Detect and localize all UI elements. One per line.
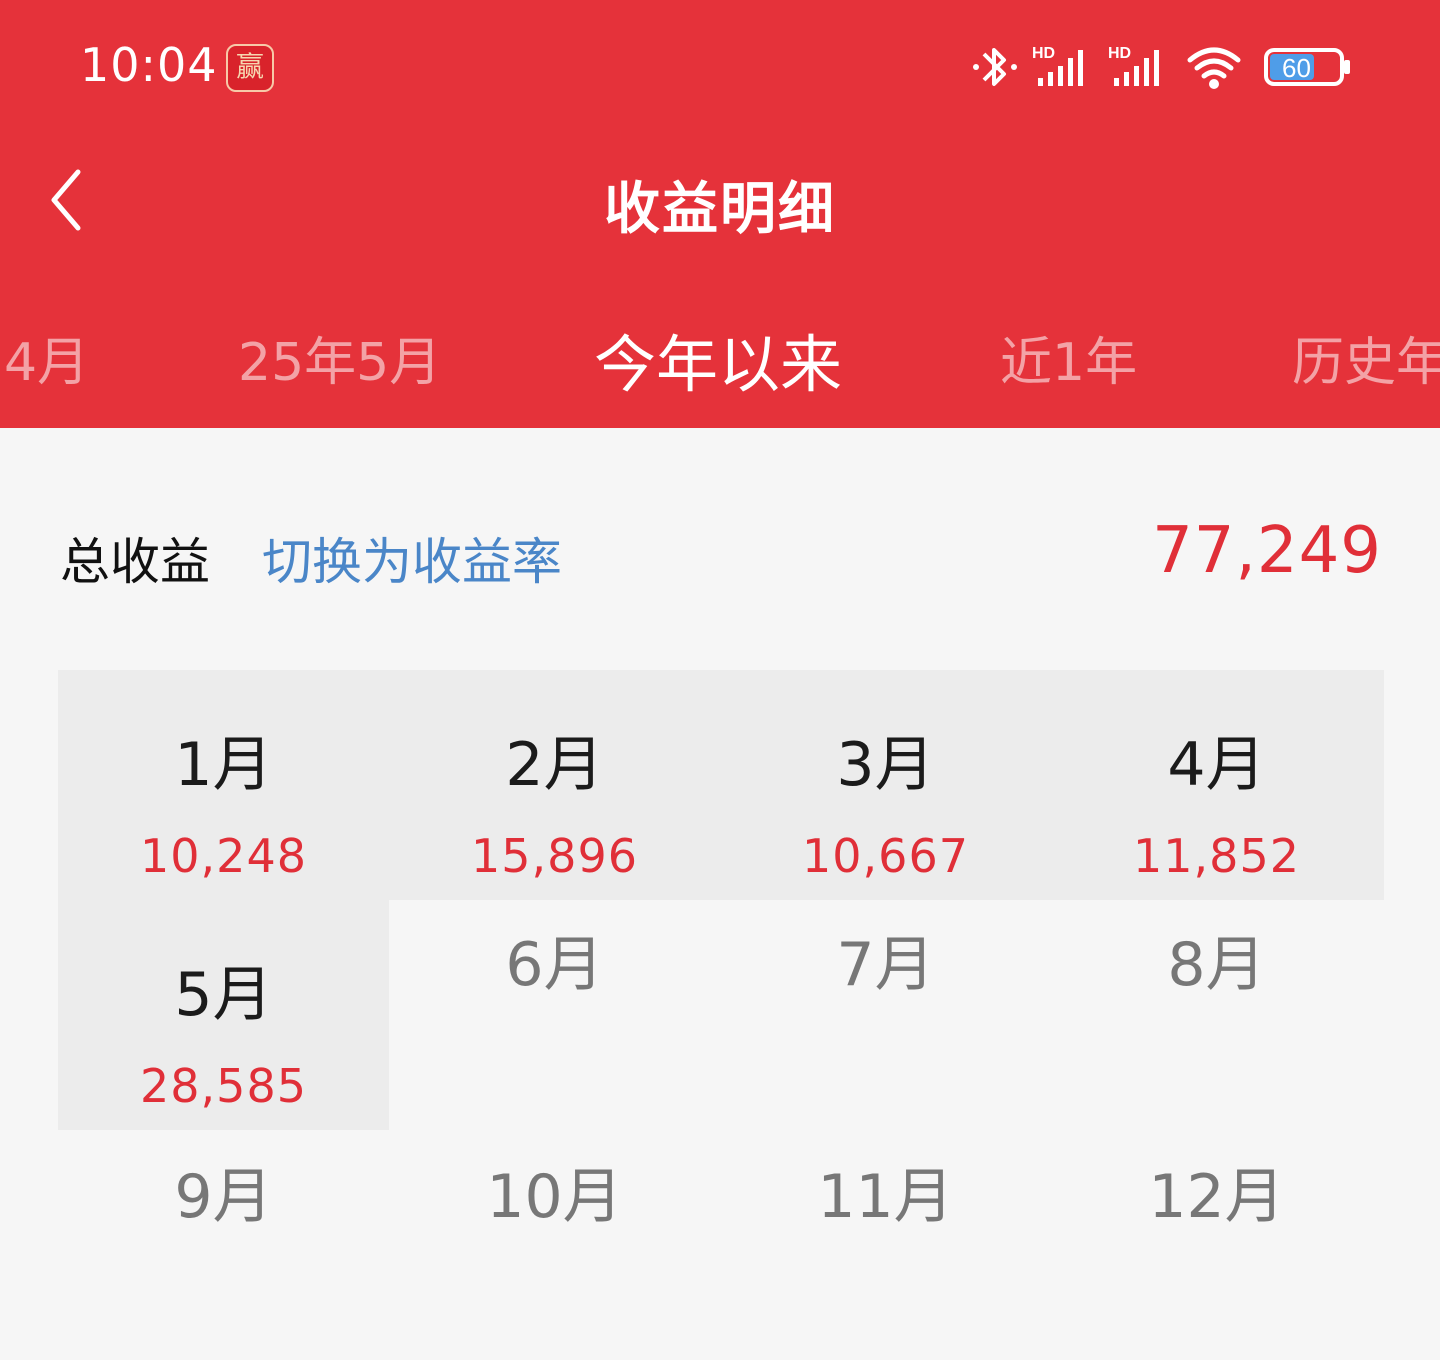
app-badge-icon: 赢: [226, 44, 274, 92]
signal-hd-1-icon: HD: [1032, 45, 1083, 86]
battery-level: 60: [1282, 53, 1311, 83]
month-value: 10,248: [140, 829, 307, 883]
month-cell-may[interactable]: 5月 28,585: [58, 946, 389, 1113]
month-cell-feb[interactable]: 2月 15,896: [389, 716, 720, 883]
signal-hd-2-icon: HD: [1108, 45, 1159, 86]
header: 10:04 赢 HD HD 60 收益明细 4月 25年5月 今年以来 近1年 …: [0, 0, 1440, 428]
month-name: 12月: [1148, 1162, 1285, 1232]
total-earnings-value: 77,249: [1152, 514, 1382, 588]
month-value: 10,667: [802, 829, 969, 883]
month-cell-nov[interactable]: 11月: [720, 1148, 1051, 1235]
tab-history[interactable]: 历史年: [1292, 320, 1440, 395]
month-cell-oct[interactable]: 10月: [389, 1148, 720, 1235]
month-cell-sep[interactable]: 9月: [58, 1148, 389, 1235]
month-cell-jan[interactable]: 1月 10,248: [58, 716, 389, 883]
month-cell-jun[interactable]: 6月: [389, 916, 720, 1003]
page-title: 收益明细: [604, 177, 836, 242]
status-icons: HD HD 60: [970, 40, 1360, 94]
tab-year-to-date[interactable]: 今年以来: [594, 320, 842, 404]
month-name: 9月: [174, 1162, 273, 1232]
month-name: 10月: [486, 1162, 623, 1232]
month-name: 8月: [1167, 930, 1266, 1000]
tab-last-year[interactable]: 近1年: [1000, 320, 1137, 395]
bluetooth-icon: [973, 48, 1017, 86]
switch-to-rate-link[interactable]: 切换为收益率: [262, 522, 562, 594]
month-name: 3月: [836, 730, 935, 800]
battery-icon: 60: [1264, 48, 1350, 86]
month-name: 1月: [174, 730, 273, 800]
month-cell-aug[interactable]: 8月: [1051, 916, 1382, 1003]
month-name: 11月: [817, 1162, 954, 1232]
tab-prev-month[interactable]: 4月: [4, 320, 89, 395]
month-value: 11,852: [1133, 829, 1300, 883]
month-cell-jul[interactable]: 7月: [720, 916, 1051, 1003]
summary-row: 总收益 切换为收益率 77,249: [0, 500, 1440, 610]
month-name: 4月: [1167, 730, 1266, 800]
status-time: 10:04: [80, 38, 218, 92]
month-value: 28,585: [140, 1059, 307, 1113]
total-earnings-label: 总收益: [60, 533, 210, 591]
network-label-2: HD: [1108, 45, 1131, 62]
month-name: 2月: [505, 730, 604, 800]
month-grid: 1月 10,248 2月 15,896 3月 10,667 4月 11,852 …: [58, 670, 1384, 1360]
month-value: 15,896: [471, 829, 638, 883]
network-label-1: HD: [1032, 45, 1055, 62]
month-name: 7月: [836, 930, 935, 1000]
wifi-icon: [1187, 47, 1241, 89]
nav-bar: 收益明细: [0, 130, 1440, 280]
month-name: 6月: [505, 930, 604, 1000]
month-cell-apr[interactable]: 4月 11,852: [1051, 716, 1382, 883]
month-cell-dec[interactable]: 12月: [1051, 1148, 1382, 1235]
month-cell-mar[interactable]: 3月 10,667: [720, 716, 1051, 883]
month-name: 5月: [174, 960, 273, 1030]
period-tabs: 4月 25年5月 今年以来 近1年 历史年: [0, 320, 1440, 428]
status-bar: 10:04 赢 HD HD 60: [0, 0, 1440, 130]
tab-25-may[interactable]: 25年5月: [238, 320, 441, 395]
